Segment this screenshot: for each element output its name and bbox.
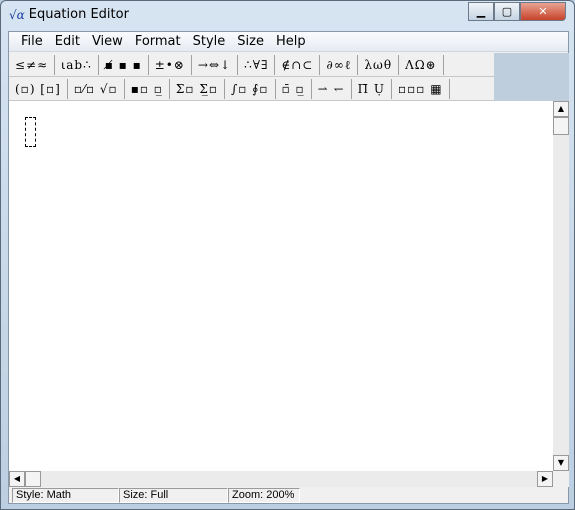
scroll-down-button[interactable]: ▼ [553,455,569,471]
matrix-templates-button[interactable]: ▫▫▫ ▦ [392,78,450,99]
status-size: Size: Full [119,488,228,503]
labeled-arrow-templates-button[interactable]: ⇀ ↽ [312,78,352,99]
horizontal-scroll-thumb[interactable] [25,471,41,487]
misc-symbols-button[interactable]: ∂∞ℓ [320,54,359,75]
integral-templates-button[interactable]: ∫▫ ∮▫ [225,78,276,99]
relational-symbols-button[interactable]: ≤≠≈ [9,54,56,75]
title-bar: √α Equation Editor [9,7,129,22]
menu-help[interactable]: Help [270,32,312,51]
empty-slot[interactable] [25,117,36,147]
summation-templates-button[interactable]: Σ▫ Σ̲▫ [170,78,225,99]
products-set-theory-templates-button[interactable]: Π̄ Ụ [352,78,392,99]
horizontal-scrollbar[interactable]: ◀ ▶ [9,471,553,487]
scroll-left-button[interactable]: ◀ [9,471,25,487]
minimize-button[interactable]: ▁ [468,2,494,21]
greek-uppercase-button[interactable]: ΛΩ⊛ [399,54,444,75]
fence-templates-button[interactable]: (▫) [▫] [9,78,68,99]
status-zoom: Zoom: 200% [228,488,300,503]
logical-symbols-button[interactable]: ∴∀∃ [238,54,276,75]
status-style: Style: Math [12,488,119,503]
spaces-ellipses-button[interactable]: ⍳ab∴ [55,54,99,75]
equation-editing-area[interactable] [9,101,553,471]
vertical-scrollbar[interactable]: ▲ ▼ [553,101,569,471]
scroll-up-button[interactable]: ▲ [553,101,569,117]
set-theory-symbols-button[interactable]: ∉∩⊂ [275,54,321,75]
symbol-toolbar: ≤≠≈ ⍳ab∴ ▪̸ ▪ ▪ ±•⊗ →⇔↓ ∴∀∃ ∉∩⊂ ∂∞ℓ λωθ … [9,53,494,101]
scroll-right-button[interactable]: ▶ [537,471,553,487]
operator-symbols-button[interactable]: ±•⊗ [149,54,192,75]
embellishments-button[interactable]: ▪̸ ▪ ▪ [99,54,149,75]
symbol-palette-row: ≤≠≈ ⍳ab∴ ▪̸ ▪ ▪ ±•⊗ →⇔↓ ∴∀∃ ∉∩⊂ ∂∞ℓ λωθ … [9,53,494,77]
template-palette-row: (▫) [▫] ▫⁄▫ √▫ ▪▫ ▫̲ Σ▫ Σ̲▫ ∫▫ ∮▫ ▫̄ ▫̲ … [9,77,494,101]
menu-bar: File Edit View Format Style Size Help [9,32,568,52]
underbar-overbar-templates-button[interactable]: ▫̄ ▫̲ [276,78,312,99]
menu-size[interactable]: Size [231,32,270,51]
maximize-button[interactable]: ▢ [494,2,520,21]
menu-edit[interactable]: Edit [49,32,86,51]
status-bar: Style: Math Size: Full Zoom: 200% [9,488,569,504]
greek-lowercase-button[interactable]: λωθ [358,54,400,75]
equation-editor-window: √α Equation Editor ▁ ▢ ✕ File Edit View … [0,0,575,510]
menu-format[interactable]: Format [129,32,187,51]
vertical-scroll-thumb[interactable] [553,117,569,135]
arrow-symbols-button[interactable]: →⇔↓ [192,54,239,75]
window-title: Equation Editor [28,7,129,22]
subscript-superscript-templates-button[interactable]: ▪▫ ▫̲ [125,78,170,99]
menu-view[interactable]: View [86,32,129,51]
close-button[interactable]: ✕ [520,2,566,21]
fraction-radical-templates-button[interactable]: ▫⁄▫ √▫ [68,78,125,99]
menu-style[interactable]: Style [187,32,232,51]
menu-file[interactable]: File [15,32,49,51]
app-icon: √α [9,7,25,22]
